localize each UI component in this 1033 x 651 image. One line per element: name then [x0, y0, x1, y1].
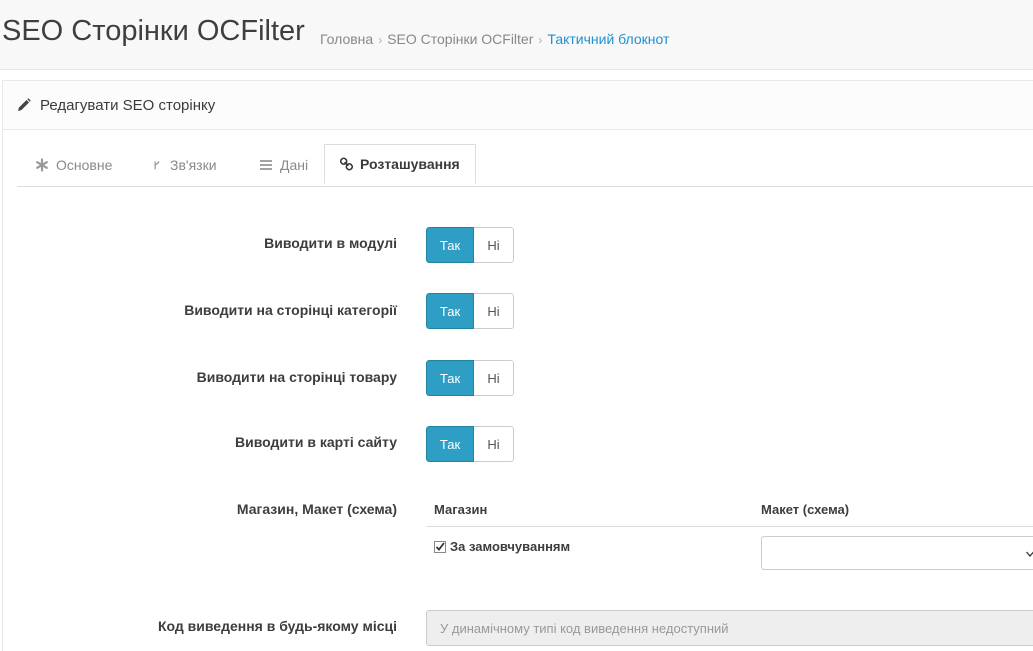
column-header-layout: Макет (схема): [761, 502, 850, 517]
page-header: SEO Сторінки OCFilter Головна › SEO Сторін…: [0, 0, 1033, 70]
show-in-sitemap-toggle: Так Ні: [426, 426, 514, 462]
tab-bar: Основне Зв'язки Дані Розташування: [17, 144, 1033, 187]
default-store-checkbox[interactable]: За замовчуванням: [434, 539, 570, 554]
show-on-category-toggle: Так Ні: [426, 293, 514, 329]
show-on-category-yes-button[interactable]: Так: [426, 293, 474, 329]
show-in-module-toggle: Так Ні: [426, 227, 514, 263]
breadcrumb-separator: ›: [538, 33, 543, 47]
tab-placement-label: Розташування: [360, 156, 460, 172]
tab-main[interactable]: Основне: [35, 145, 112, 185]
panel-heading: Редагувати SEO сторінку: [3, 81, 1033, 130]
tab-placement[interactable]: Розташування: [324, 144, 476, 184]
show-in-module-label: Виводити в модулі: [264, 235, 397, 251]
tab-main-label: Основне: [56, 157, 113, 173]
panel-heading-text: Редагувати SEO сторінку: [40, 97, 216, 114]
pencil-icon: [18, 98, 31, 111]
show-in-module-no-button[interactable]: Ні: [474, 227, 514, 263]
breadcrumb: Головна › SEO Сторінки OCFilter › Тактичний …: [320, 31, 669, 47]
list-icon: [260, 160, 272, 170]
breadcrumb-separator: ›: [378, 33, 383, 47]
tab-links-label: Зв'язки: [170, 157, 217, 173]
show-in-sitemap-no-button[interactable]: Ні: [474, 426, 514, 462]
show-on-category-label: Виводити на сторінці категорії: [184, 302, 397, 318]
show-on-product-yes-button[interactable]: Так: [426, 360, 474, 396]
tab-data-label: Дані: [280, 157, 309, 173]
page-title: SEO Сторінки OCFilter: [2, 15, 305, 47]
branch-icon: [154, 161, 160, 170]
show-in-sitemap-label: Виводити в карті сайту: [235, 434, 397, 450]
header-divider: [426, 526, 1033, 527]
edit-panel: Редагувати SEO сторінку Основне Зв'язки: [2, 80, 1033, 651]
code-output-field[interactable]: У динамічному типі код виведення недосту…: [426, 610, 1033, 646]
checkmark-icon: [434, 540, 446, 553]
show-on-product-no-button[interactable]: Ні: [474, 360, 514, 396]
show-in-sitemap-yes-button[interactable]: Так: [426, 426, 474, 462]
code-output-label: Код виведення в будь-якому місці: [157, 618, 397, 634]
show-on-product-toggle: Так Ні: [426, 360, 514, 396]
show-in-module-yes-button[interactable]: Так: [426, 227, 474, 263]
tab-data[interactable]: Дані: [259, 145, 308, 185]
show-on-product-label: Виводити на сторінці товару: [196, 369, 397, 385]
store-layout-label: Магазин, Макет (схема): [236, 501, 397, 517]
chevron-down-icon: [1026, 551, 1033, 557]
asterisk-icon: [36, 158, 48, 172]
breadcrumb-current[interactable]: Тактичний блокнот: [547, 31, 669, 47]
link-icon: [340, 157, 353, 171]
layout-select[interactable]: [761, 536, 1033, 570]
tab-links[interactable]: Зв'язки: [153, 145, 217, 185]
default-store-label: За замовчуванням: [450, 539, 571, 554]
breadcrumb-seo-pages[interactable]: SEO Сторінки OCFilter: [387, 31, 533, 47]
breadcrumb-home[interactable]: Головна: [320, 31, 373, 47]
show-on-category-no-button[interactable]: Ні: [474, 293, 514, 329]
column-header-store: Магазин: [434, 502, 488, 517]
